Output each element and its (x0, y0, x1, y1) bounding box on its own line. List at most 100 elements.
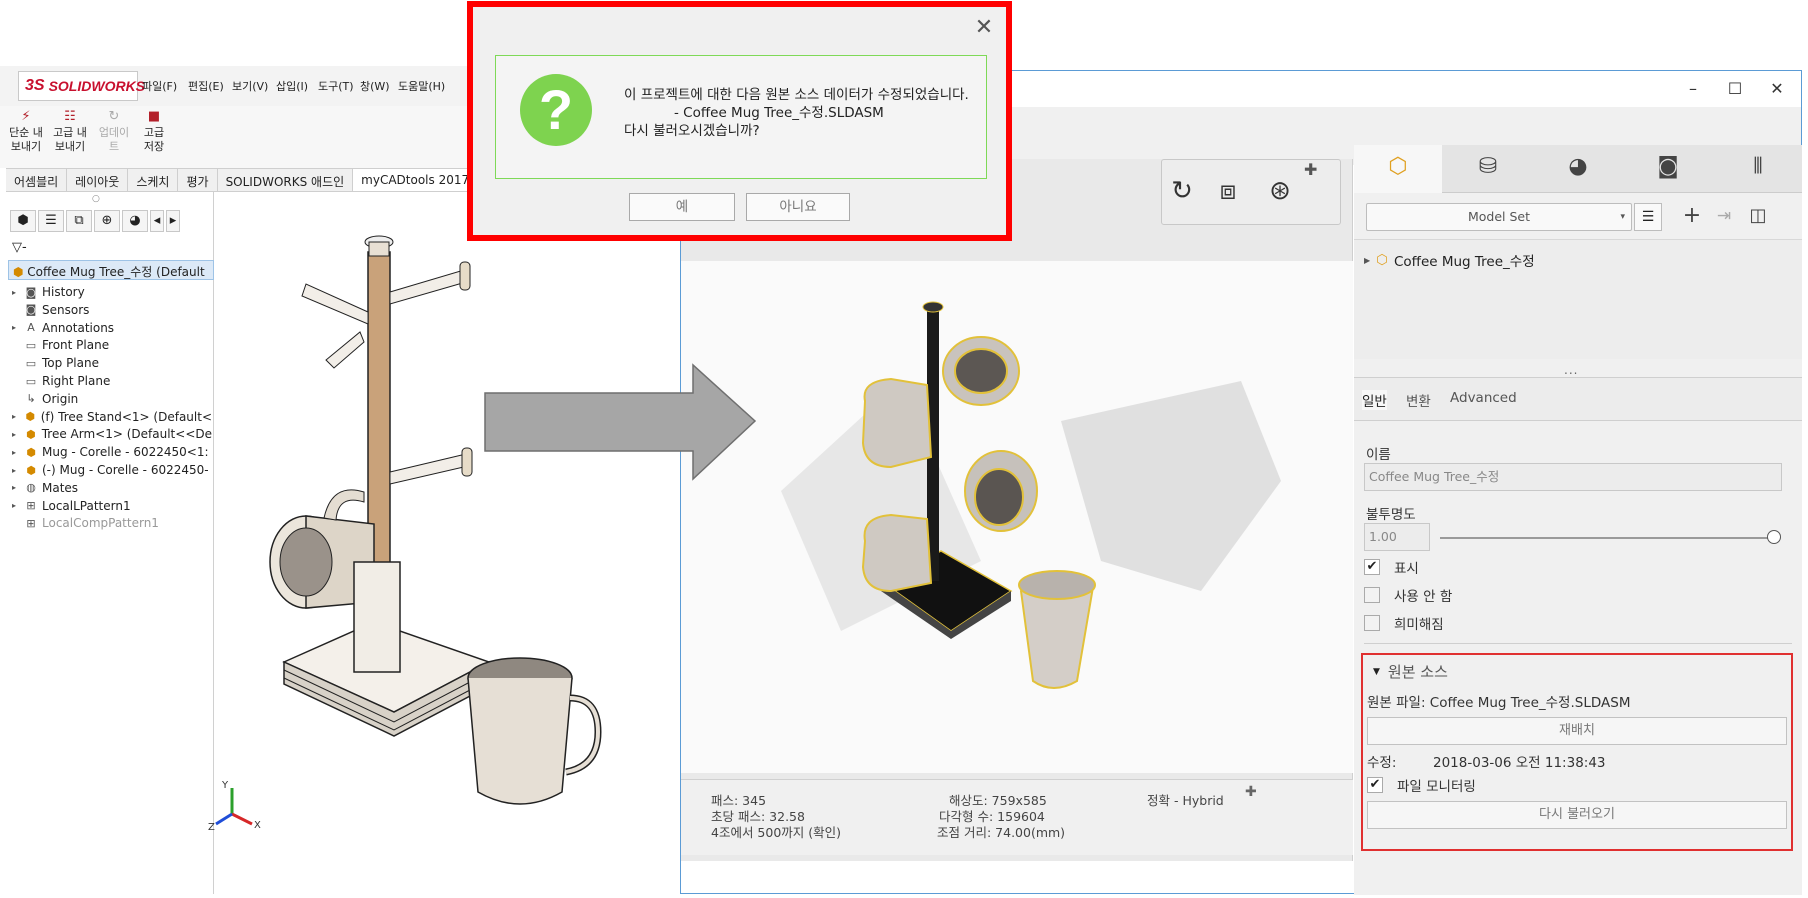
opacity-field[interactable]: 1.00 (1364, 523, 1430, 551)
menu-edit[interactable]: 편집(E) (188, 78, 224, 94)
modified-value: 2018-03-06 오전 11:38:43 (1433, 755, 1606, 771)
model-set-dropdown[interactable]: Model Set ▾ (1366, 203, 1632, 231)
name-field[interactable]: Coffee Mug Tree_수정 (1364, 463, 1782, 491)
no-button[interactable]: 아니요 (746, 193, 850, 221)
update-button[interactable]: ↻ 업데이 트 (94, 110, 134, 154)
tree-item-model[interactable]: ▶ ⬡ Coffee Mug Tree_수정 (1364, 250, 1535, 270)
tree-item-label: LocalLPattern1 (42, 498, 131, 513)
history-icon: ◙ (25, 285, 37, 299)
camera-tab-icon[interactable]: ◙ (1624, 145, 1712, 193)
add-icon[interactable]: + (1678, 203, 1706, 231)
axis-y-label: Y (222, 780, 229, 791)
source-section-header[interactable]: ▼ 원본 소스 (1373, 661, 1448, 682)
render-viewport[interactable] (681, 261, 1353, 773)
close-window-button[interactable]: ✕ (1757, 79, 1797, 98)
tree-item[interactable]: ⊞ LocalCompPattern1 (12, 513, 212, 533)
checkbox-label: 사용 안 함 (1394, 589, 1453, 605)
expand-arrow-icon[interactable]: ▸ (12, 412, 20, 421)
dimxpert-icon[interactable]: ⊕ (94, 210, 120, 232)
checkbox-fade[interactable]: 희미해짐 (1364, 613, 1444, 633)
tree-item-label: Coffee Mug Tree_수정 (1393, 254, 1535, 270)
tab-general[interactable]: 일반 (1362, 390, 1387, 410)
tree-filter[interactable]: ▽- (12, 240, 27, 255)
yes-button[interactable]: 예 (629, 193, 735, 221)
tab-mycadtools[interactable]: myCADtools 2017 (353, 169, 479, 191)
relocate-button[interactable]: 재배치 (1367, 717, 1787, 745)
menu-tools[interactable]: 도구(T) (318, 78, 354, 94)
tree-item-label: Mug - Corelle - 6022450<1: (42, 445, 209, 460)
tab-transform[interactable]: 변환 (1406, 390, 1431, 410)
feature-tree-icon[interactable]: ⬢ (10, 210, 36, 232)
panel-toggle-icon[interactable]: ◫ (1744, 203, 1772, 231)
pin-icon[interactable]: ✚ (1304, 160, 1317, 179)
tree-item-label: Annotations (42, 320, 115, 335)
menu-help[interactable]: 도움말(H) (398, 78, 445, 94)
checkbox-icon[interactable] (1364, 615, 1380, 631)
aperture-icon[interactable]: ⊛ (1260, 176, 1300, 212)
axis-x-label: X (254, 820, 261, 831)
tab-evaluate[interactable]: 평가 (178, 169, 218, 191)
expand-arrow-icon[interactable]: ▶ (1364, 256, 1370, 265)
camera-box-icon[interactable]: ⧈ (1208, 176, 1248, 212)
update-icon: ↻ (108, 109, 120, 124)
cmd-label: 업데이 (98, 126, 130, 139)
list-view-icon[interactable]: ☰ (1634, 203, 1662, 231)
checkbox-label: 희미해짐 (1394, 617, 1444, 633)
checkbox-disable[interactable]: 사용 안 함 (1364, 585, 1452, 605)
plane-icon: ▭ (25, 338, 37, 352)
tab-layout[interactable]: 레이아웃 (67, 169, 129, 191)
sw-graphics-area[interactable]: Y X Z (208, 192, 684, 894)
menu-file[interactable]: 파일(F) (142, 78, 177, 94)
checkbox-icon[interactable]: ✔ (1367, 777, 1383, 793)
expand-arrow-icon[interactable]: ▸ (12, 501, 20, 510)
scroll-right-icon[interactable]: ▸ (166, 210, 180, 232)
tree-item-label: (f) Tree Stand<1> (Default< (40, 409, 212, 424)
scroll-left-icon[interactable]: ◂ (150, 210, 164, 232)
tree-item-label: Origin (42, 391, 79, 406)
advanced-export-button[interactable]: ☷ 고급 내 보내기 (50, 110, 90, 154)
reload-button[interactable]: 다시 불러오기 (1367, 801, 1787, 829)
library-tab-icon[interactable]: ⫴ (1714, 145, 1802, 193)
menu-insert[interactable]: 삽입(I) (276, 78, 308, 94)
pin-icon[interactable]: ✚ (1245, 784, 1257, 800)
database-tab-icon[interactable]: ⛁ (1444, 145, 1532, 193)
expand-arrow-icon[interactable]: ▸ (12, 466, 20, 475)
dialog-message-box: ? 이 프로젝트에 대한 다음 원본 소스 데이터가 수정되었습니다. - Co… (495, 55, 987, 179)
opacity-slider-handle[interactable] (1767, 530, 1781, 544)
tree-root-assembly[interactable]: ⬢ Coffee Mug Tree_수정 (Default (8, 260, 214, 280)
tab-addins[interactable]: SOLIDWORKS 애드인 (218, 169, 354, 191)
advanced-save-button[interactable]: ■ 고급 저장 (134, 110, 174, 154)
display-manager-icon[interactable]: ◕ (122, 210, 148, 232)
reset-rotate-icon[interactable]: ↻ (1162, 176, 1202, 212)
solidworks-logo[interactable]: 3S SOLIDWORKS (18, 71, 145, 101)
configuration-manager-icon[interactable]: ⧉ (66, 210, 92, 232)
expand-arrow-icon[interactable]: ▸ (12, 483, 20, 492)
checkbox-show[interactable]: ✔ 표시 (1364, 557, 1419, 577)
checkbox-file-monitor[interactable]: ✔ 파일 모니터링 (1367, 775, 1476, 795)
mates-icon: ◍ (26, 481, 36, 495)
menu-window[interactable]: 창(W) (360, 78, 390, 94)
expand-arrow-icon[interactable]: ▸ (12, 448, 20, 457)
model-tab-icon[interactable]: ⬡ (1354, 145, 1442, 193)
maximize-button[interactable]: ☐ (1715, 79, 1755, 98)
menu-view[interactable]: 보기(V) (232, 78, 268, 94)
checkbox-icon[interactable]: ✔ (1364, 559, 1380, 575)
dialog-message-line2: - Coffee Mug Tree_수정.SLDASM (674, 105, 884, 121)
tab-sketch[interactable]: 스케치 (128, 169, 179, 191)
panel-splitter[interactable]: ... (1564, 363, 1578, 377)
tab-advanced[interactable]: Advanced (1450, 390, 1517, 406)
checkbox-icon[interactable] (1364, 587, 1380, 603)
environment-tab-icon[interactable]: ◕ (1534, 145, 1622, 193)
export-icon[interactable]: ⇥ (1710, 203, 1738, 231)
expand-arrow-icon[interactable]: ▸ (12, 288, 20, 297)
close-icon[interactable]: ✕ (970, 15, 998, 40)
opacity-slider-track[interactable] (1440, 537, 1774, 539)
minimize-button[interactable]: – (1673, 79, 1713, 98)
expand-arrow-icon[interactable]: ▸ (12, 323, 20, 332)
tab-assembly[interactable]: 어셈블리 (6, 169, 68, 191)
property-manager-icon[interactable]: ☰ (38, 210, 64, 232)
panel-grip-icon[interactable]: ○ (92, 194, 100, 204)
expand-arrow-icon[interactable]: ▸ (12, 430, 20, 439)
simple-export-button[interactable]: ⚡ 단순 내 보내기 (6, 110, 46, 154)
opacity-label: 불투명도 (1366, 507, 1416, 523)
